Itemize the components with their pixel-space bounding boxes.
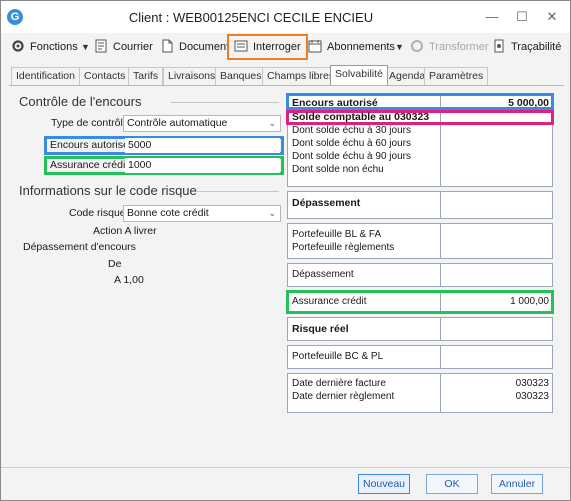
encours-autorise-input[interactable]: 5000 [125,138,280,153]
tab-tarifs[interactable]: Tarifs [128,67,164,85]
assurance-credit-summary-label: Assurance crédit [292,296,367,307]
interroger-button[interactable]: Interroger [227,34,308,60]
assurance-credit-label: Assurance crédit [50,159,129,171]
echu-30-label: Dont solde échu à 30 jours [292,125,411,136]
date-reglement-label: Date dernier règlement [292,391,395,402]
fonctions-menu[interactable]: Fonctions [11,36,78,58]
tracabilite-button[interactable]: Traçabilité [492,36,561,58]
risque-section-divider [196,191,279,192]
portefeuille-bl-label: Portefeuille BL & FA [292,229,382,240]
abonnements-menu[interactable]: Abonnements [308,36,395,58]
encours-autorise-label: Encours autorisé [50,139,129,151]
column-divider [440,318,441,340]
document-icon [162,39,173,53]
title-bar: G Client : WEB00125ENCI CECILE ENCIEU — … [1,1,570,33]
a-value: A 1,00 [114,274,144,286]
column-divider [440,264,441,286]
code-risque-label: Code risque [69,207,126,219]
query-icon [234,40,248,52]
date-facture-label: Date dernière facture [292,378,386,389]
abonnements-dropdown-icon[interactable]: ▼ [395,36,404,58]
tab-champs-libres[interactable]: Champs libres [262,67,340,85]
type-controle-select[interactable]: Contrôle automatique ⌄ [123,115,281,132]
column-divider [440,346,441,368]
document-button[interactable]: Document [160,36,229,58]
encours-autorise-summary-label: Encours autorisé [292,97,378,109]
risque-section-title: Informations sur le code risque [19,183,197,198]
code-risque-select[interactable]: Bonne cote crédit ⌄ [123,205,281,222]
depassement-encours-label: Dépassement d'encours [23,241,136,253]
tab-identification[interactable]: Identification [11,67,80,85]
interroger-label: Interroger [253,41,301,53]
calendar-icon [308,40,322,53]
action-text: Action A livrer [93,225,157,237]
tab-parametres[interactable]: Paramètres [424,67,489,85]
column-divider [440,374,441,412]
type-controle-label: Type de contrôle [51,117,129,129]
portefeuille-reglements-label: Portefeuille règlements [292,242,395,253]
client-window: G Client : WEB00125ENCI CECILE ENCIEU — … [0,0,571,501]
assurance-credit-summary-value: 1 000,00 [510,296,549,307]
tracabilite-label: Traçabilité [511,41,562,53]
tab-contacts[interactable]: Contacts [79,67,131,85]
gear-icon [12,40,24,52]
column-divider [440,224,441,258]
courrier-label: Courrier [113,41,153,53]
annuler-button[interactable]: Annuler [491,474,543,494]
fonctions-dropdown-icon[interactable]: ▼ [81,36,90,58]
risque-reel-title: Risque réel [292,323,349,335]
trace-icon [494,39,504,53]
controle-section-divider [171,102,279,103]
fonctions-label: Fonctions [30,41,78,53]
encours-autorise-summary-value: 5 000,00 [508,97,549,109]
solde-comptable-label: Solde comptable au 030323 [292,111,430,123]
echu-60-label: Dont solde échu à 60 jours [292,138,411,149]
tab-banques[interactable]: Banques [215,67,267,85]
tab-solvabilite[interactable]: Solvabilité [330,65,388,85]
toolbar: Fonctions ▼ Courrier Document Interroger… [1,33,570,60]
depassement-title: Dépassement [292,197,361,209]
tab-divider [9,85,564,86]
date-reglement-value: 030323 [515,391,549,402]
depassement-label: Dépassement [292,269,354,280]
type-controle-value: Contrôle automatique [127,117,228,129]
echu-90-label: Dont solde échu à 90 jours [292,151,411,162]
assurance-credit-input[interactable]: 1000 [125,158,280,173]
chevron-down-icon: ⌄ [268,118,276,128]
abonnements-label: Abonnements [327,41,395,53]
chevron-down-icon: ⌄ [268,208,276,218]
window-title: Client : WEB00125ENCI CECILE ENCIEU [128,10,374,25]
document-label: Document [179,41,230,53]
tab-livraisons[interactable]: Livraisons [163,67,221,85]
non-echu-label: Dont solde non échu [292,164,384,175]
code-risque-value: Bonne cote crédit [127,207,209,219]
de-label: De [108,258,122,270]
transformer-button[interactable]: Transformer [410,36,489,58]
letter-icon [95,39,107,53]
transformer-label: Transformer [429,41,489,53]
controle-section-title: Contrôle de l'encours [19,94,142,109]
date-facture-value: 030323 [515,378,549,389]
portefeuille-bc-label: Portefeuille BC & PL [292,351,384,362]
ok-button[interactable]: OK [426,474,478,494]
column-divider [440,192,441,218]
nouveau-button[interactable]: Nouveau [358,474,410,494]
transform-icon [411,40,423,53]
courrier-button[interactable]: Courrier [94,36,153,58]
close-button[interactable]: ✕ [541,7,563,27]
minimize-button[interactable]: — [481,7,503,27]
footer-divider [1,467,570,468]
maximize-button[interactable]: ☐ [511,7,533,27]
